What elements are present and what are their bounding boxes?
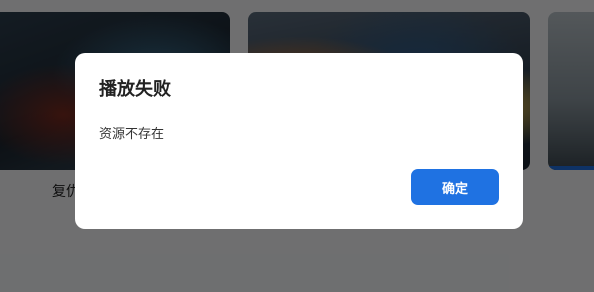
dialog-message: 资源不存在 xyxy=(99,127,165,142)
confirm-button[interactable]: 确定 xyxy=(411,169,499,205)
error-dialog: 播放失败 资源不存在 确定 xyxy=(75,53,523,229)
dialog-title: 播放失败 xyxy=(99,79,171,100)
